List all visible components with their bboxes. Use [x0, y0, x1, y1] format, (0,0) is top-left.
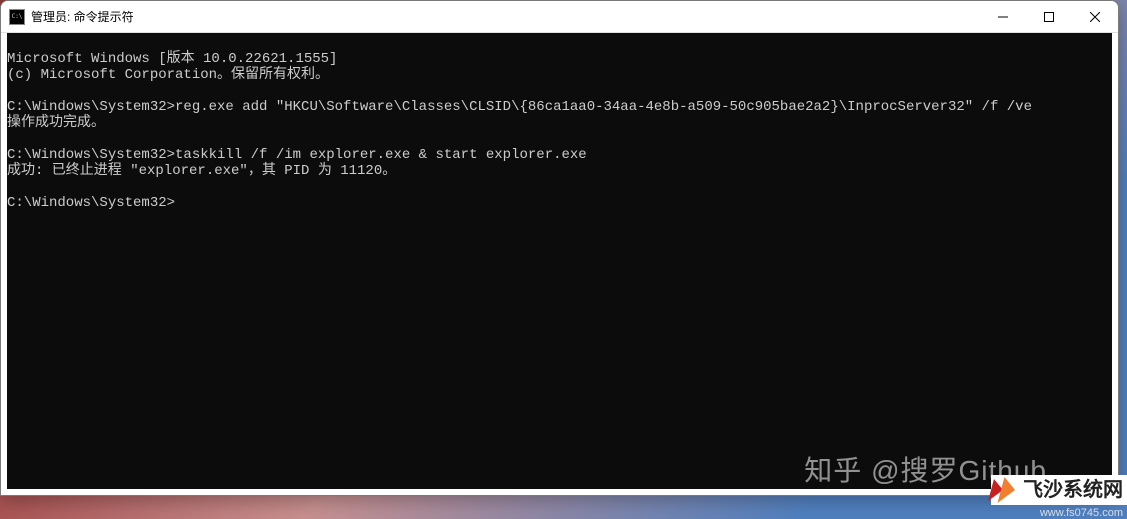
minimize-button[interactable]	[980, 1, 1026, 32]
titlebar[interactable]: 管理员: 命令提示符	[1, 1, 1118, 33]
terminal-line: Microsoft Windows [版本 10.0.22621.1555]	[7, 51, 337, 67]
site-logo-icon	[991, 477, 1019, 503]
terminal-prompt: C:\Windows\System32>	[7, 195, 175, 211]
scrollbar[interactable]	[1112, 33, 1118, 489]
terminal-line: C:\Windows\System32>taskkill /f /im expl…	[7, 147, 587, 163]
watermark-site: 飞沙系统网 www.fs0745.com	[967, 469, 1127, 519]
terminal-line: C:\Windows\System32>reg.exe add "HKCU\So…	[7, 99, 1032, 115]
command-prompt-window: 管理员: 命令提示符 Microsoft Windows [版本 10.0.22…	[0, 0, 1119, 496]
terminal-line: 成功: 已终止进程 "explorer.exe"，其 PID 为 11120。	[7, 163, 396, 179]
cmd-icon	[9, 9, 25, 25]
site-badge: 飞沙系统网	[991, 475, 1127, 505]
terminal-output[interactable]: Microsoft Windows [版本 10.0.22621.1555] (…	[7, 33, 1112, 489]
terminal-line: 操作成功完成。	[7, 115, 105, 131]
terminal-line: (c) Microsoft Corporation。保留所有权利。	[7, 67, 329, 83]
site-name: 飞沙系统网	[1023, 480, 1123, 500]
minimize-icon	[998, 12, 1008, 22]
window-title: 管理员: 命令提示符	[31, 8, 980, 25]
site-url: www.fs0745.com	[1040, 507, 1123, 519]
window-controls	[980, 1, 1118, 32]
close-icon	[1090, 12, 1100, 22]
maximize-icon	[1044, 12, 1054, 22]
maximize-button[interactable]	[1026, 1, 1072, 32]
close-button[interactable]	[1072, 1, 1118, 32]
